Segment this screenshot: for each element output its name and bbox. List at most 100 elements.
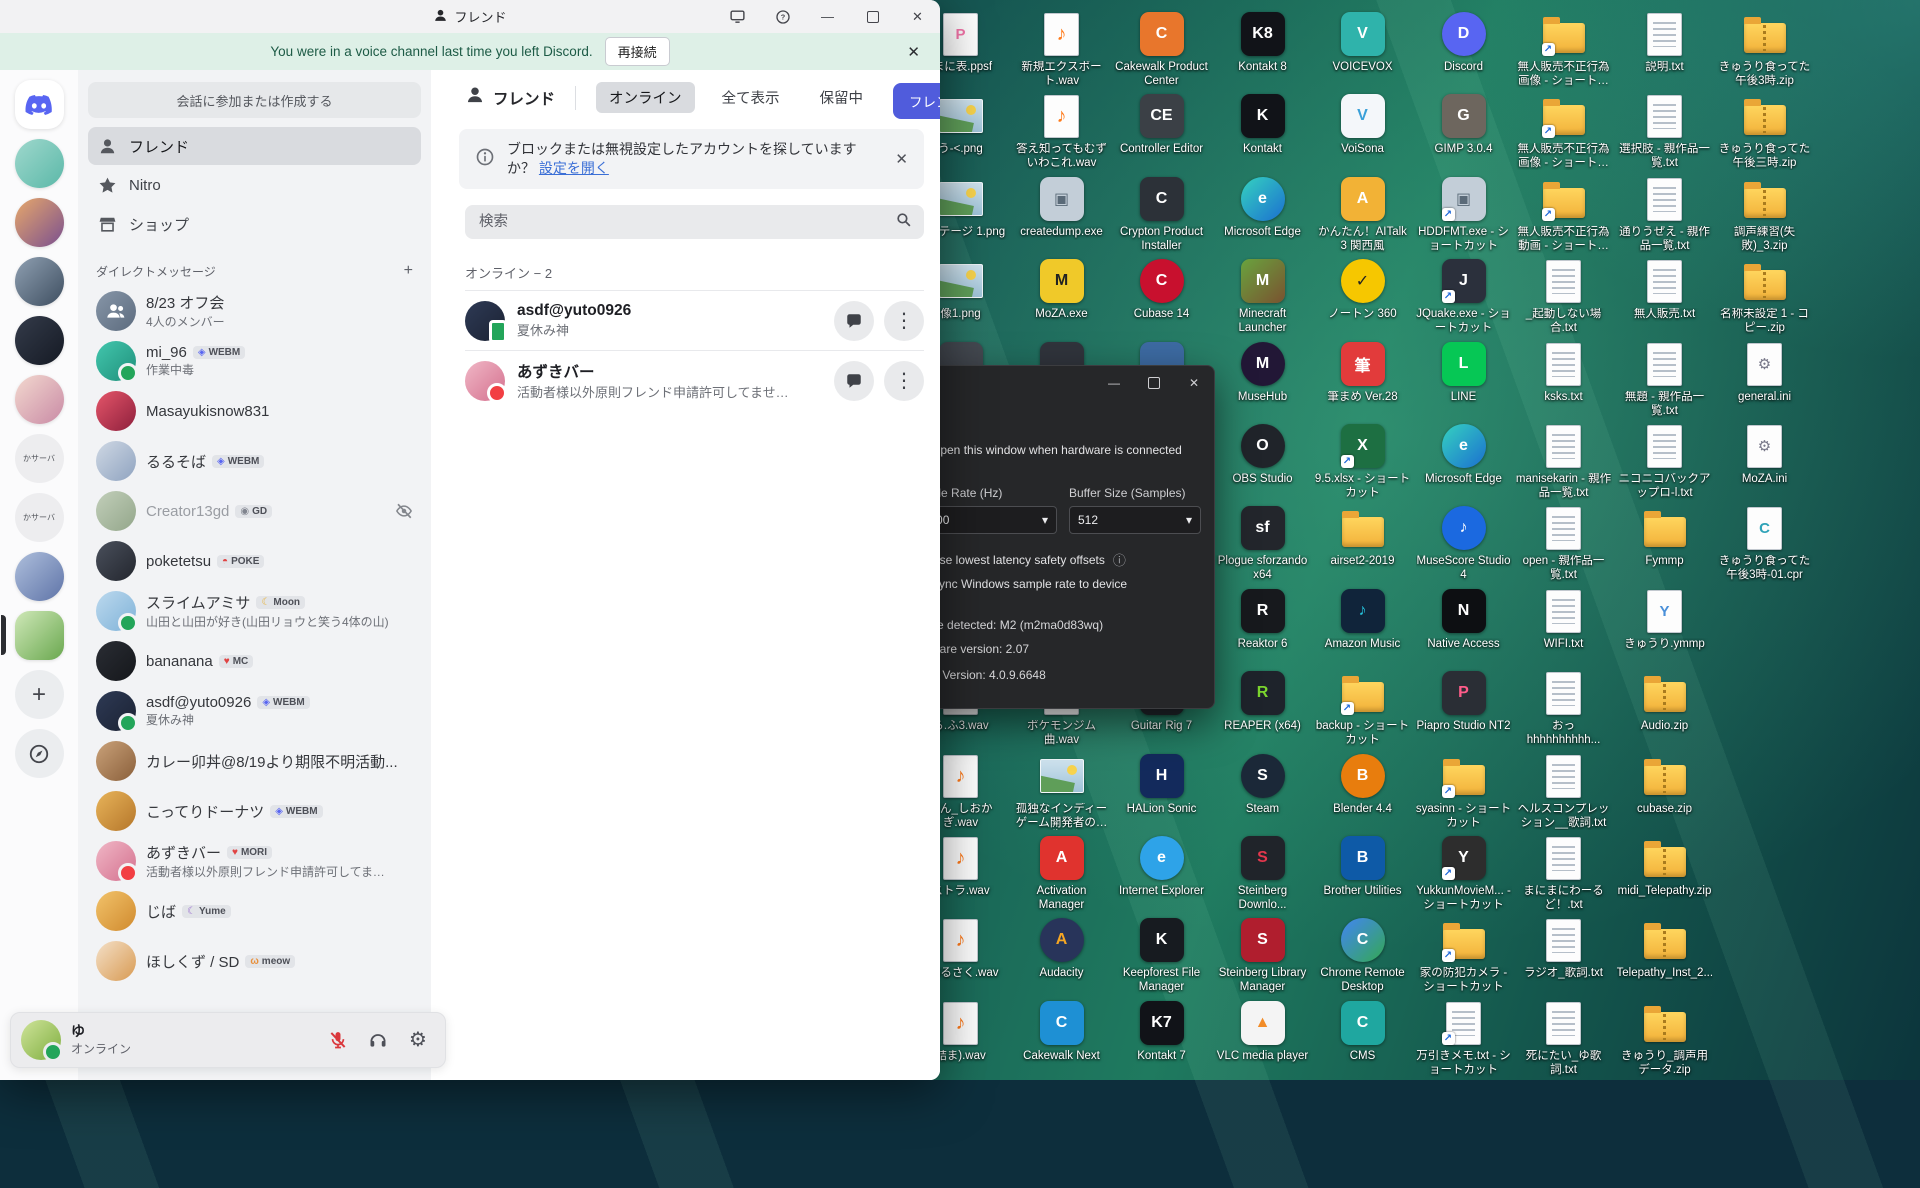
- sidebar-item-shop[interactable]: ショップ: [88, 205, 421, 243]
- desktop-icon[interactable]: ▲VLC media player: [1214, 999, 1311, 1064]
- dialog-close-button[interactable]: ✕: [1174, 366, 1214, 400]
- dm-list-item[interactable]: 8/23 オフ会4人のメンバー: [88, 286, 421, 336]
- desktop-icon[interactable]: DDiscord: [1415, 10, 1512, 75]
- desktop-icon[interactable]: RReaktor 6: [1214, 587, 1311, 652]
- sidebar-item-nitro[interactable]: Nitro: [88, 166, 421, 204]
- desktop-icon[interactable]: 調声練習(失敗)_3.zip: [1716, 175, 1813, 253]
- desktop-icon[interactable]: CCrypton Product Installer: [1113, 175, 1210, 253]
- more-options-button[interactable]: ⋮: [884, 361, 924, 401]
- dialog-maximize-button[interactable]: [1134, 366, 1174, 400]
- dm-list-item[interactable]: poketetsu◓POKE: [88, 536, 421, 586]
- desktop-icon[interactable]: open - 親作品一覧.txt: [1515, 504, 1612, 582]
- desktop-icon[interactable]: MMuseHub: [1214, 340, 1311, 405]
- desktop-icon[interactable]: MMoZA.exe: [1013, 257, 1110, 322]
- desktop-icon[interactable]: ▣createdump.exe: [1013, 175, 1110, 240]
- message-button[interactable]: [834, 361, 874, 401]
- desktop-icon[interactable]: ラジオ_歌詞.txt: [1515, 916, 1612, 981]
- desktop-icon[interactable]: ▣↗HDDFMT.exe - ショートカット: [1415, 175, 1512, 253]
- desktop-icon[interactable]: まにまにわーるど！.txt: [1515, 834, 1612, 912]
- friend-row[interactable]: asdf@yuto0926夏休み神⋮: [465, 290, 924, 350]
- desktop-icon[interactable]: 筆筆まめ Ver.28: [1314, 340, 1411, 405]
- dialog-minimize-button[interactable]: —: [1094, 366, 1134, 400]
- desktop-icon[interactable]: 通りうぜえ - 親作品一覧.txt: [1616, 175, 1713, 253]
- desktop-icon[interactable]: eInternet Explorer: [1113, 834, 1210, 899]
- microphone-muted-icon[interactable]: [321, 1023, 355, 1057]
- server-avatar[interactable]: [15, 139, 64, 188]
- desktop-icon[interactable]: 無題 - 親作品一覧.txt: [1616, 340, 1713, 418]
- desktop-icon[interactable]: CCubase 14: [1113, 257, 1210, 322]
- desktop-icon[interactable]: BBrother Utilities: [1314, 834, 1411, 899]
- sidebar-item-friends[interactable]: フレンド: [88, 127, 421, 165]
- discord-titlebar[interactable]: フレンド ? — ✕: [0, 0, 940, 33]
- message-button[interactable]: [834, 301, 874, 341]
- dm-list-item[interactable]: Creator13gd◉GD: [88, 486, 421, 536]
- dm-list-item[interactable]: こってりドーナツ◈WEBM: [88, 786, 421, 836]
- discord-home-button[interactable]: [15, 80, 64, 129]
- tab-保留中[interactable]: 保留中: [807, 82, 877, 113]
- desktop-icon[interactable]: ✓ノートン 360: [1314, 257, 1411, 322]
- desktop-icon[interactable]: cubase.zip: [1616, 752, 1713, 817]
- desktop-icon[interactable]: きゅうり食ってた午後3時.zip: [1716, 10, 1813, 88]
- join-or-create-conversation-button[interactable]: 会話に参加または作成する: [88, 82, 421, 118]
- desktop-icon[interactable]: KKeepforest File Manager: [1113, 916, 1210, 994]
- desktop-icon[interactable]: Fymmp: [1616, 504, 1713, 569]
- desktop-icon[interactable]: _起動しない場合.txt: [1515, 257, 1612, 335]
- desktop-icon[interactable]: ↗万引きメモ.txt - ショートカット: [1415, 999, 1512, 1077]
- muted-eye-slash-icon[interactable]: [395, 502, 413, 520]
- dm-list-item[interactable]: asdf@yuto0926◈WEBM夏休み神: [88, 686, 421, 736]
- desktop-icon[interactable]: X↗9.5.xlsx - ショートカット: [1314, 422, 1411, 500]
- desktop-icon[interactable]: AActivation Manager: [1013, 834, 1110, 912]
- dm-list-item[interactable]: Masayukisnow831: [88, 386, 421, 436]
- desktop-icon[interactable]: J↗JQuake.exe - ショートカット: [1415, 257, 1512, 335]
- desktop-icon[interactable]: CEController Editor: [1113, 92, 1210, 157]
- desktop-icon[interactable]: RREAPER (x64): [1214, 669, 1311, 734]
- desktop-icon[interactable]: LLINE: [1415, 340, 1512, 405]
- desktop-icon[interactable]: BBlender 4.4: [1314, 752, 1411, 817]
- server-item-text[interactable]: かサーバ: [15, 493, 64, 542]
- desktop-icon[interactable]: KKontakt: [1214, 92, 1311, 157]
- desktop-icon[interactable]: OOBS Studio: [1214, 422, 1311, 487]
- desktop-icon[interactable]: ↗無人販売不正行為画像 - ショートカット: [1515, 92, 1612, 170]
- desktop-icon[interactable]: 説明.txt: [1616, 10, 1713, 75]
- desktop-icon[interactable]: GGIMP 3.0.4: [1415, 92, 1512, 157]
- desktop-icon[interactable]: NNative Access: [1415, 587, 1512, 652]
- server-avatar[interactable]: [15, 198, 64, 247]
- sync-sample-rate-row[interactable]: Sync Windows sample rate to device: [907, 576, 1127, 592]
- desktop-icon[interactable]: Aかんたん！AITalk 3 関西風: [1314, 175, 1411, 253]
- desktop-icon[interactable]: eMicrosoft Edge: [1415, 422, 1512, 487]
- server-avatar[interactable]: [15, 375, 64, 424]
- more-options-button[interactable]: ⋮: [884, 301, 924, 341]
- desktop-icon[interactable]: ksks.txt: [1515, 340, 1612, 405]
- desktop-icon[interactable]: CCakewalk Product Center: [1113, 10, 1210, 88]
- desktop-icon[interactable]: ヘルスコンプレッション__歌詞.txt: [1515, 752, 1612, 830]
- desktop-icon[interactable]: 選択肢 - 親作品一覧.txt: [1616, 92, 1713, 170]
- desktop-icon[interactable]: Telepathy_Inst_2...: [1616, 916, 1713, 981]
- desktop-icon[interactable]: ♪答え知ってもむずいわこれ.wav: [1013, 92, 1110, 170]
- dm-list-item[interactable]: mi_96◈WEBM作業中毒: [88, 336, 421, 386]
- desktop-icon[interactable]: CCMS: [1314, 999, 1411, 1064]
- server-avatar[interactable]: [15, 257, 64, 306]
- desktop-icon[interactable]: SSteinberg Downlo...: [1214, 834, 1311, 912]
- desktop-icon[interactable]: ↗無人販売不正行為動画 - ショートカット: [1515, 175, 1612, 253]
- desktop-icon[interactable]: ⚙general.ini: [1716, 340, 1813, 405]
- dm-list-item[interactable]: ほしくず / SDωmeow: [88, 936, 421, 986]
- desktop-icon[interactable]: ↗無人販売不正行為画像 - ショートカッ...: [1515, 10, 1612, 88]
- dm-list-item[interactable]: bananana♥MC: [88, 636, 421, 686]
- create-dm-icon[interactable]: +: [404, 262, 413, 280]
- desktop-icon[interactable]: ⚙MoZA.ini: [1716, 422, 1813, 487]
- close-button[interactable]: ✕: [895, 0, 940, 33]
- desktop-icon[interactable]: airset2-2019: [1314, 504, 1411, 569]
- desktop-icon[interactable]: VVoiSona: [1314, 92, 1411, 157]
- explore-servers-button[interactable]: [15, 729, 64, 778]
- desktop-icon[interactable]: SSteinberg Library Manager: [1214, 916, 1311, 994]
- desktop-icon[interactable]: Audio.zip: [1616, 669, 1713, 734]
- desktop-icon[interactable]: sfPlogue sforzando x64: [1214, 504, 1311, 582]
- tab-オンライン[interactable]: オンライン: [596, 82, 695, 113]
- desktop-icon[interactable]: manisekarin - 親作品一覧.txt: [1515, 422, 1612, 500]
- desktop-icon[interactable]: 死にたい_ゆ歌詞.txt: [1515, 999, 1612, 1077]
- info-close-icon[interactable]: ✕: [895, 150, 908, 168]
- dm-list-item[interactable]: じば☾Yume: [88, 886, 421, 936]
- desktop-icon[interactable]: 名称未設定 1 - コピー.zip: [1716, 257, 1813, 335]
- desktop-icon[interactable]: HHALion Sonic: [1113, 752, 1210, 817]
- server-avatar-selected[interactable]: [15, 611, 64, 660]
